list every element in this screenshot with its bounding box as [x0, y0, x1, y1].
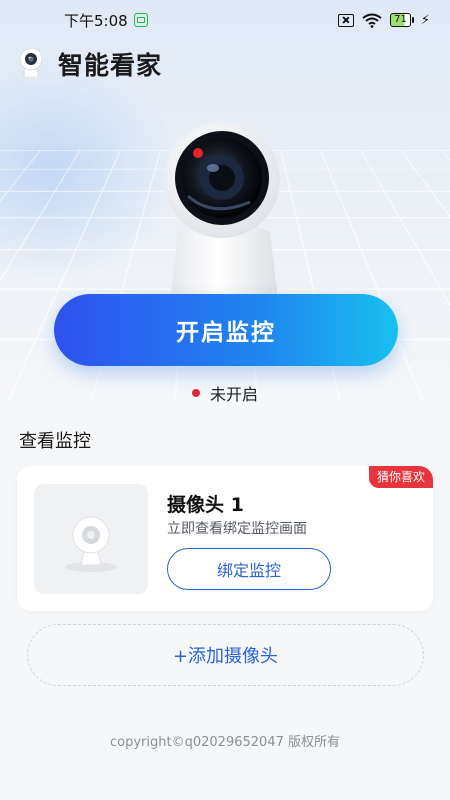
status-bar: 下午5:08 71 ⚡: [0, 0, 450, 40]
bind-monitor-button[interactable]: 绑定监控: [167, 548, 331, 590]
device-card[interactable]: 猜你喜欢 摄像头 1 立即查看绑定监控画面 绑定监控: [17, 466, 433, 611]
promo-tag: 猜你喜欢: [368, 466, 433, 488]
device-thumbnail: [34, 484, 148, 594]
add-camera-button[interactable]: +添加摄像头: [27, 624, 424, 686]
device-description: 立即查看绑定监控画面: [167, 521, 307, 537]
status-bar-right: 71 ⚡: [338, 13, 430, 28]
battery-icon: 71: [390, 13, 414, 27]
start-monitoring-button[interactable]: 开启监控: [54, 294, 398, 366]
status-bar-left: 下午5:08: [64, 10, 148, 31]
camera-logo-icon: [19, 47, 43, 82]
no-sim-icon: [338, 13, 355, 27]
wifi-icon: [362, 13, 382, 28]
status-time: 下午5:08: [64, 11, 128, 30]
battery-level: 71: [394, 14, 407, 25]
status-dot-icon: [191, 389, 200, 397]
app-title: 智能看家: [58, 51, 163, 80]
app-header: 智能看家: [16, 42, 162, 86]
copyright-text: copyright©q02029652047 版权所有: [110, 735, 340, 750]
camera-illustration: [164, 122, 280, 300]
device-name: 摄像头 1: [167, 494, 244, 516]
monitor-status: 未开启: [0, 381, 450, 405]
monitor-status-text: 未开启: [209, 385, 258, 404]
camera-thumbnail-icon: [65, 516, 117, 572]
notification-app-icon: [133, 13, 148, 27]
charging-icon: ⚡: [420, 12, 430, 28]
section-title: 查看监控: [19, 431, 91, 452]
